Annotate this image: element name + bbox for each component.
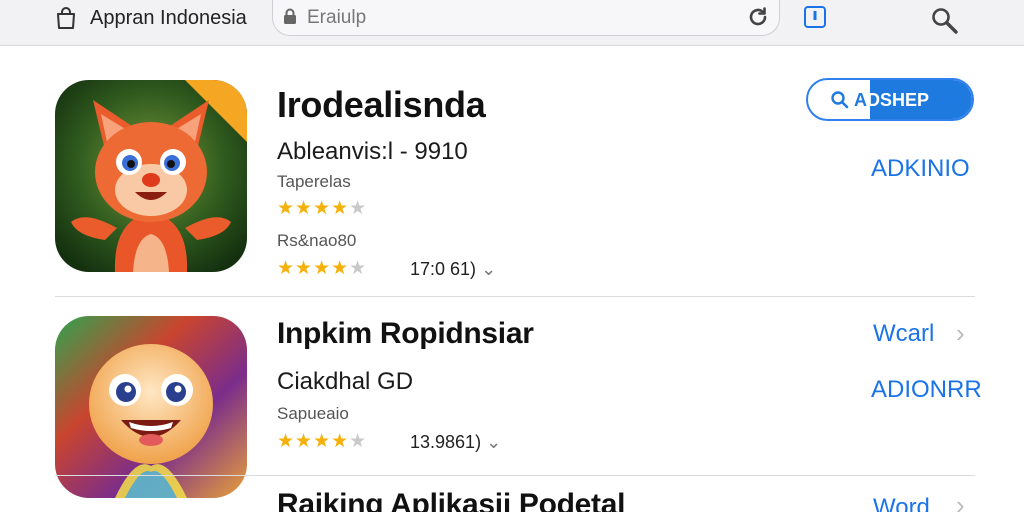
chevron-right-icon[interactable]: ›: [956, 318, 965, 349]
app-title: Appran Indonesia: [90, 7, 247, 29]
get-button[interactable]: ADSHEP: [806, 78, 974, 121]
tabs-icon[interactable]: [803, 6, 827, 28]
reload-icon[interactable]: [747, 6, 769, 28]
app-category: Sapueaio: [277, 404, 349, 423]
app-view-link[interactable]: Wcarl: [873, 320, 934, 348]
review-stars: ★★★★★: [277, 258, 368, 279]
app-price: Rs&nao80: [277, 231, 357, 250]
app-name[interactable]: Irodealisnda: [277, 84, 486, 126]
address-bar[interactable]: Eraiulp: [272, 0, 780, 36]
app-category: Taperelas: [277, 172, 351, 191]
review-count: 13.9861) ⌄: [410, 432, 502, 452]
search-icon: [830, 90, 850, 110]
address-text[interactable]: Eraiulp: [307, 7, 366, 29]
divider: [55, 475, 975, 476]
app-name[interactable]: Inpkim Ropidnsiar: [277, 317, 534, 351]
review-stars: ★★★★★: [277, 431, 368, 452]
app-action-link[interactable]: ADIONRR: [871, 376, 982, 404]
browser-toolbar: Appran Indonesia Eraiulp: [0, 0, 1024, 46]
review-count: 17:0 61) ⌄: [410, 259, 497, 279]
fox-mascot-icon[interactable]: [55, 80, 247, 272]
app-developer: Ciakdhal GD: [277, 368, 414, 395]
smiley-mascot-icon[interactable]: [55, 316, 247, 498]
chevron-right-icon[interactable]: ›: [956, 490, 965, 512]
divider: [55, 296, 975, 297]
lock-icon: [283, 8, 297, 24]
app-name[interactable]: Raiking Aplikasii Podetal: [277, 488, 625, 512]
app-view-link[interactable]: Word: [873, 494, 930, 512]
rating-stars: ★★★★★: [277, 198, 368, 219]
search-icon[interactable]: [930, 6, 960, 34]
app-action-link[interactable]: ADKINIO: [871, 155, 970, 183]
app-developer: Ableanvis:l - 9910: [277, 138, 468, 165]
shopping-bag-icon[interactable]: [54, 6, 78, 30]
